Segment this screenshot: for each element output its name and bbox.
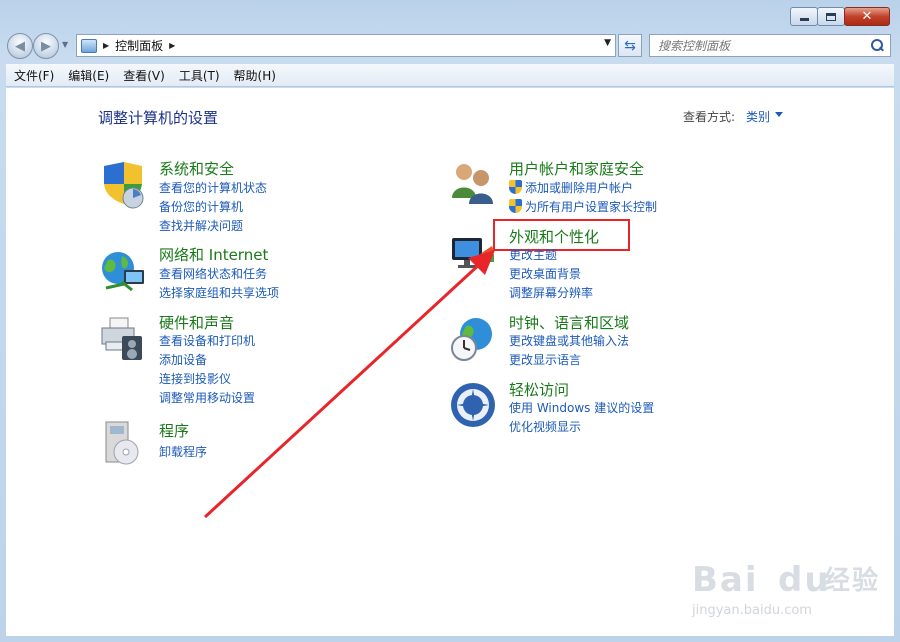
watermark-brand: Bai — [692, 560, 759, 600]
menu-view[interactable]: 查看(V) — [117, 67, 171, 84]
category-title-network-internet[interactable]: 网络和 Internet — [159, 244, 268, 265]
link-add-device[interactable]: 添加设备 — [159, 351, 207, 368]
minimize-icon — [799, 17, 809, 21]
link-screen-resolution[interactable]: 调整屏幕分辨率 — [509, 284, 593, 301]
link-parental-controls-label: 为所有用户设置家长控制 — [525, 200, 658, 214]
menu-help[interactable]: 帮助(H) — [228, 67, 282, 84]
maximize-button[interactable] — [817, 7, 845, 26]
maximize-icon — [826, 12, 836, 21]
link-mobility-settings[interactable]: 调整常用移动设置 — [159, 389, 255, 406]
view-by-chevron-down-icon[interactable] — [775, 112, 783, 117]
link-change-theme[interactable]: 更改主题 — [509, 246, 557, 263]
category-title-hardware-sound[interactable]: 硬件和声音 — [159, 312, 234, 333]
category-title-ease-of-access[interactable]: 轻松访问 — [509, 379, 569, 400]
menu-bar: 文件(F) 编辑(E) 查看(V) 工具(T) 帮助(H) — [6, 64, 894, 87]
ease-of-access-icon[interactable] — [448, 380, 498, 430]
search-input[interactable] — [658, 38, 868, 53]
printer-hardware-icon[interactable] — [98, 314, 148, 364]
back-arrow-icon: ◀ — [15, 38, 25, 54]
address-dropdown-icon[interactable]: ▼ — [604, 38, 611, 48]
link-add-remove-accounts[interactable]: 添加或删除用户帐户 — [509, 179, 633, 196]
link-recommended-settings[interactable]: 使用 Windows 建议的设置 — [509, 399, 654, 416]
caption-buttons: ✕ — [790, 7, 890, 26]
monitor-personalization-icon[interactable] — [448, 232, 498, 282]
refresh-icon: ⇆ — [624, 37, 636, 54]
link-desktop-background[interactable]: 更改桌面背景 — [509, 265, 581, 282]
programs-icon[interactable] — [98, 418, 148, 468]
navigation-bar: ◀ ▶ ▼ ▶ 控制面板 ▶ ▼ ⇆ — [0, 31, 900, 59]
close-icon: ✕ — [861, 9, 873, 24]
control-panel-icon — [81, 38, 97, 53]
link-troubleshoot[interactable]: 查找并解决问题 — [159, 217, 243, 234]
link-parental-controls[interactable]: 为所有用户设置家长控制 — [509, 198, 657, 215]
link-view-network-status[interactable]: 查看网络状态和任务 — [159, 265, 267, 282]
recent-pages-dropdown-icon[interactable]: ▼ — [62, 40, 68, 49]
menu-file[interactable]: 文件(F) — [8, 67, 60, 84]
watermark-url: jingyan.baidu.com — [692, 603, 812, 618]
link-homegroup-sharing[interactable]: 选择家庭组和共享选项 — [159, 284, 279, 301]
uac-shield-icon — [509, 180, 522, 194]
link-keyboard-input[interactable]: 更改键盘或其他输入法 — [509, 332, 629, 349]
link-devices-printers[interactable]: 查看设备和打印机 — [159, 332, 255, 349]
forward-button[interactable]: ▶ — [33, 33, 59, 59]
globe-network-icon[interactable] — [98, 246, 148, 296]
close-button[interactable]: ✕ — [844, 7, 890, 26]
category-title-user-accounts[interactable]: 用户帐户和家庭安全 — [509, 158, 644, 179]
menu-edit[interactable]: 编辑(E) — [62, 67, 115, 84]
link-add-remove-accounts-label: 添加或删除用户帐户 — [525, 181, 634, 195]
menu-tools[interactable]: 工具(T) — [173, 67, 226, 84]
watermark-brand2: du — [778, 560, 831, 600]
category-title-clock-language[interactable]: 时钟、语言和区域 — [509, 312, 629, 333]
forward-arrow-icon: ▶ — [41, 38, 51, 54]
search-box[interactable] — [649, 34, 891, 57]
refresh-button[interactable]: ⇆ — [618, 34, 642, 57]
shield-security-icon[interactable] — [98, 160, 148, 210]
uac-shield-icon — [509, 199, 522, 213]
minimize-button[interactable] — [790, 7, 818, 26]
link-connect-projector[interactable]: 连接到投影仪 — [159, 370, 231, 387]
category-title-system-security[interactable]: 系统和安全 — [159, 158, 234, 179]
link-optimize-video[interactable]: 优化视频显示 — [509, 418, 581, 435]
control-panel-window: ✕ ◀ ▶ ▼ ▶ 控制面板 ▶ ▼ ⇆ 文件(F) 编辑(E) 查看(V) 工… — [0, 0, 900, 642]
breadcrumb-control-panel[interactable]: 控制面板 — [115, 37, 163, 54]
view-by-label: 查看方式: — [683, 110, 736, 124]
view-by-dropdown[interactable]: 类别 — [746, 108, 770, 125]
breadcrumb-chevron-icon[interactable]: ▶ — [169, 41, 175, 50]
link-backup-computer[interactable]: 备份您的计算机 — [159, 198, 243, 215]
back-button[interactable]: ◀ — [7, 33, 33, 59]
address-bar[interactable]: ▶ 控制面板 ▶ ▼ — [76, 34, 616, 57]
watermark-suffix: 经验 — [824, 566, 881, 596]
clock-globe-icon[interactable] — [448, 314, 498, 364]
users-icon[interactable] — [448, 158, 498, 208]
breadcrumb-chevron-icon[interactable]: ▶ — [103, 41, 109, 50]
link-uninstall-program[interactable]: 卸载程序 — [159, 443, 207, 460]
link-display-language[interactable]: 更改显示语言 — [509, 351, 581, 368]
page-title: 调整计算机的设置 — [98, 109, 219, 127]
category-title-appearance[interactable]: 外观和个性化 — [509, 226, 599, 247]
category-title-programs[interactable]: 程序 — [159, 420, 189, 441]
baidu-watermark: Bai du 经验 jingyan.baidu.com — [692, 548, 892, 628]
search-icon[interactable] — [868, 37, 886, 55]
link-view-computer-status[interactable]: 查看您的计算机状态 — [159, 179, 267, 196]
